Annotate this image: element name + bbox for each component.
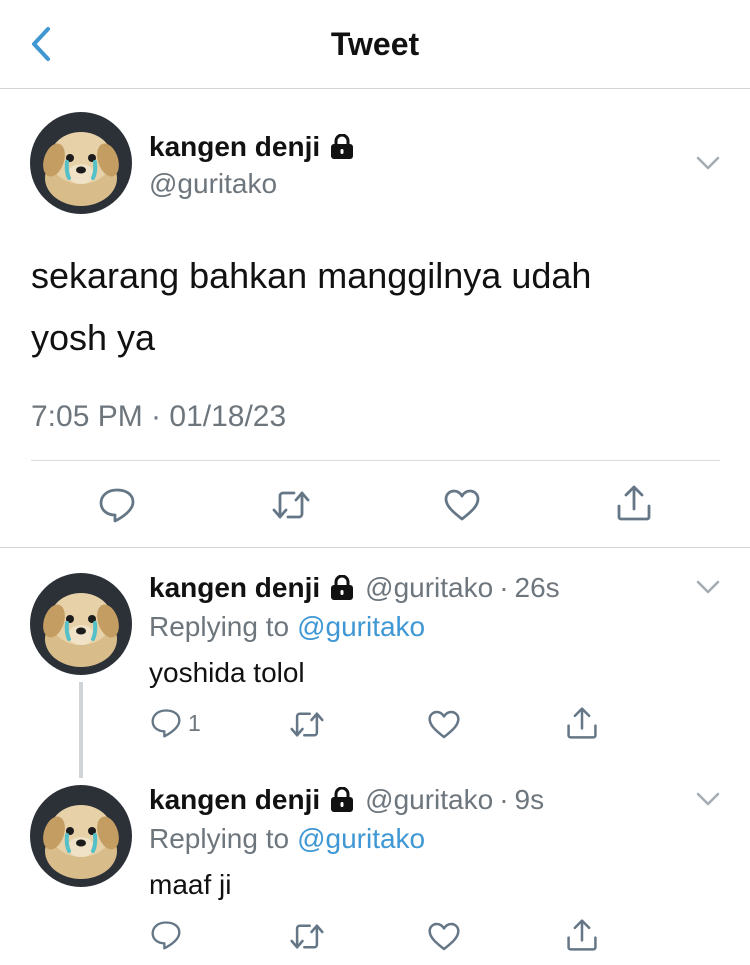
- author-handle[interactable]: @guritako: [365, 572, 493, 604]
- retweet-button[interactable]: [289, 922, 325, 951]
- like-button[interactable]: [427, 709, 461, 740]
- retweet-button[interactable]: [271, 489, 311, 521]
- lock-icon: [331, 575, 354, 600]
- chevron-down-icon[interactable]: [696, 580, 720, 594]
- like-button[interactable]: [427, 921, 461, 952]
- replying-handle-link[interactable]: @guritako: [297, 611, 425, 643]
- nav-bar: Tweet: [0, 0, 750, 89]
- like-icon: [428, 922, 460, 951]
- reply-text: yoshida tolol: [149, 657, 305, 688]
- like-button[interactable]: [443, 488, 481, 522]
- thread-line: [79, 682, 83, 778]
- like-icon: [428, 710, 460, 739]
- author-name[interactable]: kangen denji: [149, 784, 320, 816]
- author-name[interactable]: kangen denji: [149, 572, 320, 604]
- separator-dot: ·: [499, 784, 509, 815]
- retweet-icon: [290, 712, 324, 737]
- page-title: Tweet: [330, 26, 420, 62]
- divider: [31, 460, 720, 461]
- author-handle[interactable]: @guritako: [365, 784, 493, 816]
- share-button[interactable]: [615, 484, 653, 522]
- tweet-text: sekarang bahkan manggilnya udah yosh ya: [31, 245, 721, 369]
- reply-header: kangen denji @guritako · 9s: [149, 784, 544, 816]
- replying-label: Replying to: [149, 611, 290, 642]
- retweet-icon: [272, 491, 310, 519]
- share-icon: [567, 707, 597, 739]
- lock-icon: [331, 787, 354, 812]
- reply-button[interactable]: [150, 920, 182, 950]
- retweet-button[interactable]: [289, 710, 325, 739]
- reply-header: kangen denji @guritako · 26s: [149, 572, 560, 604]
- reply-count: 1: [188, 709, 201, 736]
- share-button[interactable]: [565, 706, 599, 740]
- tweet-text-line: yosh ya: [31, 317, 156, 358]
- like-icon: [444, 489, 480, 521]
- reply-icon: [151, 709, 181, 738]
- reply-button[interactable]: 1: [150, 708, 201, 738]
- share-icon: [567, 919, 597, 951]
- reply-text: maaf ji: [149, 869, 232, 900]
- replying-handle-link[interactable]: @guritako: [297, 823, 425, 855]
- separator-dot: ·: [499, 572, 509, 603]
- reply-button[interactable]: [98, 487, 136, 523]
- timestamp: 7:05 PM · 01/18/23: [31, 400, 287, 433]
- author-handle[interactable]: @guritako: [149, 168, 277, 200]
- reply-icon: [151, 921, 181, 950]
- share-button[interactable]: [565, 918, 599, 952]
- tweet-text-line: sekarang bahkan manggilnya udah: [31, 255, 592, 296]
- reply-icon: [99, 488, 135, 523]
- replying-label: Replying to: [149, 823, 290, 854]
- divider: [0, 547, 750, 548]
- avatar[interactable]: [30, 112, 132, 214]
- author-name[interactable]: kangen denji: [149, 131, 320, 163]
- replying-to: Replying to @guritako: [149, 823, 425, 855]
- avatar[interactable]: [30, 785, 132, 887]
- retweet-icon: [290, 924, 324, 949]
- author-name-line: kangen denji: [149, 131, 355, 163]
- chevron-down-icon[interactable]: [696, 792, 720, 806]
- share-icon: [617, 485, 651, 521]
- reply-age: 26s: [514, 572, 560, 603]
- lock-icon: [331, 134, 354, 159]
- avatar[interactable]: [30, 573, 132, 675]
- reply-age: 9s: [514, 784, 545, 815]
- replying-to: Replying to @guritako: [149, 611, 425, 643]
- chevron-down-icon[interactable]: [696, 156, 720, 170]
